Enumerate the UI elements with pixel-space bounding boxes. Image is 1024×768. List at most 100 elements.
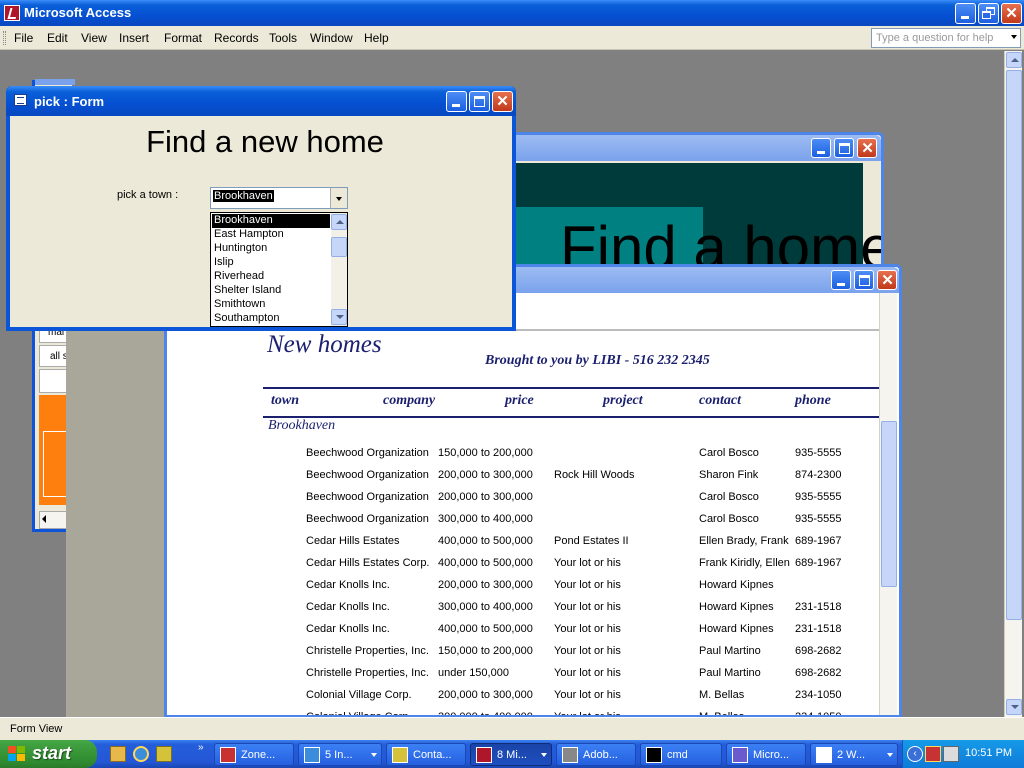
menu-format[interactable]: Format: [164, 31, 202, 45]
arrow-left-icon[interactable]: [42, 515, 46, 523]
row-price: 400,000 to 500,000: [438, 623, 533, 635]
report-window[interactable]: ✕ New homes Brought to you by LIBI - 516…: [164, 264, 902, 718]
row-price: 400,000 to 500,000: [438, 535, 533, 547]
start-button[interactable]: start: [0, 740, 97, 768]
town-option[interactable]: Huntington: [212, 242, 330, 256]
pick-close-button[interactable]: ✕: [492, 91, 513, 112]
zonealarm-tray-icon[interactable]: [925, 746, 941, 762]
restore-button[interactable]: [978, 3, 999, 24]
report-subtitle: Brought to you by LIBI - 516 232 2345: [485, 353, 710, 368]
report-maximize-button[interactable]: [854, 270, 874, 290]
town-combo-box[interactable]: Brookhaven: [210, 187, 348, 209]
chevron-down-icon: [887, 753, 893, 757]
database-window-title[interactable]: [35, 79, 75, 85]
row-company: Cedar Hills Estates Corp.: [306, 557, 430, 569]
dropdown-scroll-thumb[interactable]: [331, 237, 347, 257]
row-contact: Frank Kiridly, Ellen: [699, 557, 790, 569]
close-button[interactable]: ✕: [1001, 3, 1022, 24]
report-vscrollbar[interactable]: [879, 293, 897, 715]
report-minimize-button[interactable]: [831, 270, 851, 290]
options-close-button[interactable]: ✕: [857, 138, 877, 158]
row-company: Cedar Hills Estates: [306, 535, 400, 547]
taskbar-button[interactable]: Adob...: [556, 743, 636, 766]
ask-question-box[interactable]: Type a question for help: [871, 28, 1021, 48]
form-heading: Find a new home: [146, 124, 384, 159]
town-option[interactable]: Southampton: [212, 312, 330, 326]
town-option[interactable]: Riverhead: [212, 270, 330, 284]
report-col-phone: phone: [795, 393, 831, 408]
scroll-down-button[interactable]: [1006, 699, 1022, 715]
pick-form-window[interactable]: pick : Form ✕ Find a new home pick a tow…: [6, 86, 516, 331]
taskbar-button[interactable]: Zone...: [214, 743, 294, 766]
options-maximize-button[interactable]: [834, 138, 854, 158]
menu-tools[interactable]: Tools: [269, 31, 297, 45]
chevron-right-icon[interactable]: »: [198, 742, 204, 753]
chevron-left-icon[interactable]: ‹: [907, 746, 923, 762]
taskbar-button[interactable]: 8 Mi...: [470, 743, 552, 766]
row-price: 300,000 to 400,000: [438, 513, 533, 525]
row-phone: 874-2300: [795, 469, 842, 481]
access-icon[interactable]: [4, 5, 20, 21]
network-icon[interactable]: [943, 746, 959, 762]
menu-help[interactable]: Help: [364, 31, 389, 45]
table-row: Beechwood Organization 300,000 to 400,000…: [167, 513, 879, 535]
toolbar-grip[interactable]: [3, 31, 6, 45]
options-window[interactable]: ✕ Find a home options: [500, 132, 884, 272]
taskbar-button[interactable]: cmd: [640, 743, 722, 766]
chevron-down-icon[interactable]: [1011, 35, 1017, 39]
row-contact: Howard Kipnes: [699, 579, 774, 591]
taskbar-button[interactable]: 5 In...: [298, 743, 382, 766]
town-option[interactable]: East Hampton: [212, 228, 330, 242]
menu-view[interactable]: View: [81, 31, 107, 45]
pick-maximize-button[interactable]: [469, 91, 490, 112]
row-phone: 689-1967: [795, 535, 842, 547]
chevron-down-icon[interactable]: [330, 188, 347, 208]
row-phone: 935-5555: [795, 491, 842, 503]
report-col-town: town: [271, 393, 300, 408]
report-rule-top: [263, 387, 879, 389]
town-option[interactable]: Brookhaven: [212, 214, 330, 228]
pick-minimize-button[interactable]: [446, 91, 467, 112]
options-window-title[interactable]: ✕: [503, 135, 881, 161]
row-price: 300,000 to 400,000: [438, 601, 533, 613]
taskbar-button[interactable]: Micro...: [726, 743, 806, 766]
internet-explorer-icon[interactable]: [133, 746, 149, 762]
app-title-bar: Microsoft Access ✕: [0, 0, 1024, 26]
options-minimize-button[interactable]: [811, 138, 831, 158]
dropdown-scrollbar[interactable]: [331, 213, 347, 326]
table-row: Beechwood Organization 150,000 to 200,000…: [167, 447, 879, 469]
contacts-icon[interactable]: [156, 746, 172, 762]
taskbar-button[interactable]: Conta...: [386, 743, 466, 766]
town-dropdown-list[interactable]: Brookhaven East Hampton Huntington Islip…: [210, 212, 348, 327]
report-scroll-thumb[interactable]: [881, 421, 897, 587]
menu-insert[interactable]: Insert: [119, 31, 149, 45]
menu-window[interactable]: Window: [310, 31, 353, 45]
pick-form-title-bar[interactable]: pick : Form ✕: [6, 86, 516, 116]
scroll-up-button[interactable]: [331, 214, 347, 230]
options-banner: Find a home options: [513, 163, 881, 269]
minimize-button[interactable]: [955, 3, 976, 24]
row-price: 200,000 to 300,000: [438, 579, 533, 591]
scroll-down-button[interactable]: [331, 309, 347, 325]
row-price: 150,000 to 200,000: [438, 645, 533, 657]
taskbar-button[interactable]: 2 W...: [810, 743, 898, 766]
menu-file[interactable]: File: [14, 31, 33, 45]
town-combo-value[interactable]: Brookhaven: [213, 190, 274, 202]
menu-edit[interactable]: Edit: [47, 31, 68, 45]
town-option[interactable]: Smithtown: [212, 298, 330, 312]
arrow-down-icon: [336, 315, 344, 319]
app-vscrollbar[interactable]: [1004, 51, 1022, 717]
row-phone: 231-1518: [795, 623, 842, 635]
maximize-icon: [839, 143, 850, 154]
app-scroll-thumb[interactable]: [1006, 70, 1022, 620]
minimize-icon: [817, 151, 825, 154]
menu-records[interactable]: Records: [214, 31, 259, 45]
report-close-button[interactable]: ✕: [877, 270, 897, 290]
menu-bar: File Edit View Insert Format Records Too…: [0, 26, 1024, 50]
scroll-up-button[interactable]: [1006, 52, 1022, 68]
town-option[interactable]: Islip: [212, 256, 330, 270]
row-contact: Ellen Brady, Frank: [699, 535, 789, 547]
form-icon[interactable]: [14, 94, 27, 106]
show-desktop-icon[interactable]: [110, 746, 126, 762]
town-option[interactable]: Shelter Island: [212, 284, 330, 298]
